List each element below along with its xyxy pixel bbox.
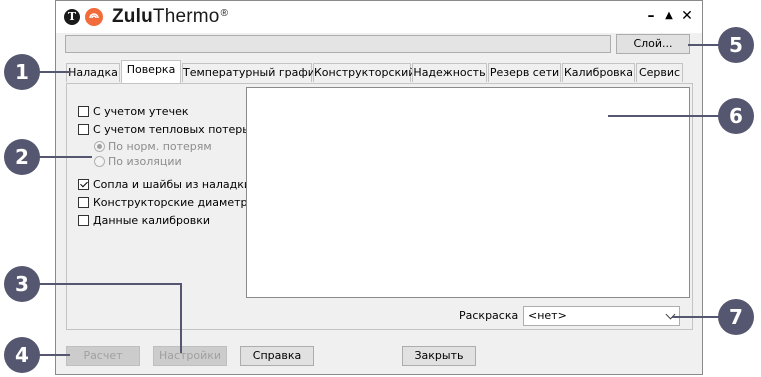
norm-loss-radio[interactable]: По норм. потерям	[94, 140, 212, 154]
callout-badge-6: 6	[718, 98, 754, 134]
tab-network-reserve[interactable]: Резерв сети	[488, 63, 561, 82]
minimize-button[interactable]: –	[643, 8, 659, 24]
option-label: По изоляции	[108, 155, 182, 168]
title-bar: T ZuluThermo® – ▲ ✕	[56, 1, 702, 33]
radio-button[interactable]	[94, 156, 105, 167]
radio-button[interactable]	[94, 141, 105, 152]
results-area[interactable]	[246, 87, 690, 298]
callout-line	[32, 156, 92, 158]
tab-reliability[interactable]: Надежность	[412, 63, 487, 82]
callout-badge-1: 1	[4, 54, 40, 90]
callout-line	[608, 115, 728, 117]
tab-poverka[interactable]: Поверка	[121, 60, 181, 83]
close-button[interactable]: Закрыть	[402, 346, 476, 366]
maximize-button[interactable]: ▲	[661, 8, 677, 24]
tab-temperature-chart[interactable]: Температурный график	[182, 63, 322, 82]
insulation-radio[interactable]: По изоляции	[94, 155, 182, 169]
tab-calibration[interactable]: Калибровка	[562, 63, 635, 82]
app-title: ZuluThermo®	[112, 6, 229, 27]
coloring-label: Раскраска	[459, 309, 519, 322]
checkbox-box[interactable]	[78, 197, 89, 208]
calculate-button[interactable]: Расчет	[66, 346, 140, 366]
callout-badge-5: 5	[718, 27, 754, 63]
checkbox-box[interactable]	[78, 124, 89, 135]
option-label: Сопла и шайбы из наладки	[93, 178, 252, 191]
calibration-data-checkbox[interactable]: Данные калибровки	[78, 214, 210, 228]
callout-badge-2: 2	[4, 139, 40, 175]
heat-loss-checkbox[interactable]: С учетом тепловых потерь	[78, 123, 249, 137]
leaks-checkbox[interactable]: С учетом утечек	[78, 105, 188, 119]
thermo-logo-icon	[85, 8, 103, 26]
callout-badge-3: 3	[4, 266, 40, 302]
callout-badge-4: 4	[4, 337, 40, 373]
option-label: По норм. потерям	[108, 140, 212, 153]
checkbox-box[interactable]	[78, 179, 89, 190]
app-window: T ZuluThermo® – ▲ ✕ Слой... Наладка Пове…	[55, 0, 703, 375]
option-label: Данные калибровки	[93, 214, 211, 227]
checkbox-box[interactable]	[78, 106, 89, 117]
callout-badge-7: 7	[718, 299, 754, 335]
settings-button[interactable]: Настройки	[153, 346, 227, 366]
close-window-button[interactable]: ✕	[679, 8, 695, 24]
layer-path-field[interactable]	[65, 35, 611, 53]
option-label: С учетом утечек	[93, 105, 189, 118]
tab-naladka[interactable]: Наладка	[66, 63, 120, 82]
help-button[interactable]: Справка	[240, 346, 314, 366]
callout-line	[32, 283, 182, 285]
option-label: С учетом тепловых потерь	[93, 123, 249, 136]
tab-service[interactable]: Сервис	[636, 63, 683, 82]
coloring-select[interactable]: <нет>	[523, 306, 680, 326]
coloring-value: <нет>	[528, 309, 567, 322]
nozzles-checkbox[interactable]: Сопла и шайбы из наладки	[78, 178, 251, 192]
tab-panel-poverka: С учетом утечек С учетом тепловых потерь…	[66, 83, 693, 330]
checkbox-box[interactable]	[78, 215, 89, 226]
app-logo-icon: T	[64, 9, 80, 25]
layer-button[interactable]: Слой...	[616, 34, 690, 54]
tab-design[interactable]: Конструкторский	[313, 63, 415, 82]
callout-line	[180, 283, 182, 353]
option-label: Конструкторские диаметры	[93, 196, 257, 209]
design-diameters-checkbox[interactable]: Конструкторские диаметры	[78, 196, 256, 210]
